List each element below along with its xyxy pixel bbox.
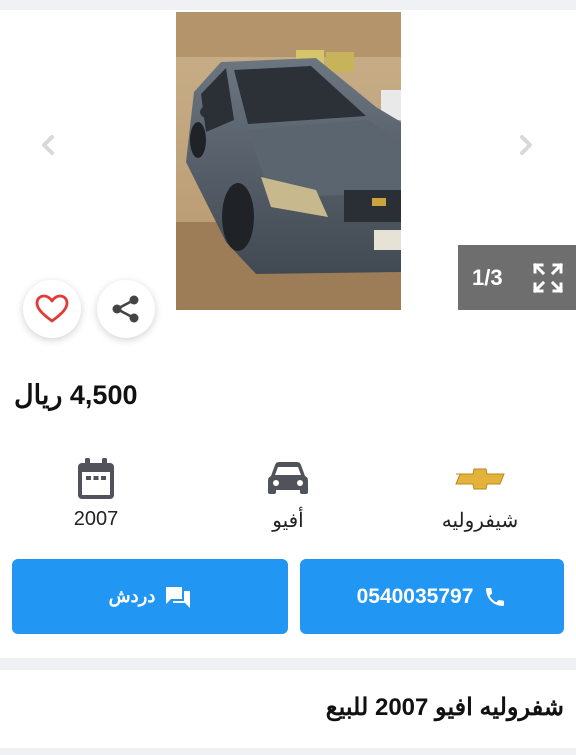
- chevron-right-icon: [520, 135, 532, 155]
- spec-year-value: 2007: [73, 508, 119, 530]
- chevron-left-icon: [42, 135, 54, 155]
- top-divider: [0, 0, 576, 10]
- call-button[interactable]: 0540035797: [300, 559, 564, 634]
- car-photo[interactable]: [176, 12, 401, 310]
- fullscreen-icon[interactable]: [532, 262, 564, 294]
- phone-icon: [486, 587, 505, 606]
- car-icon: [268, 462, 308, 494]
- next-photo-button[interactable]: [514, 132, 538, 158]
- chat-button-label: دردش: [108, 586, 156, 606]
- chat-button[interactable]: دردش: [12, 559, 288, 634]
- spec-model: أفيو: [218, 455, 358, 533]
- spec-year: 2007: [26, 455, 166, 531]
- heart-icon: [35, 294, 69, 323]
- share-icon: [112, 295, 139, 323]
- spec-make: شيفروليه: [410, 455, 550, 533]
- previous-photo-button[interactable]: [36, 132, 60, 158]
- listing-price: 4,500 ريال: [14, 380, 138, 410]
- share-button[interactable]: [97, 280, 155, 338]
- spec-model-value: أفيو: [272, 510, 304, 532]
- call-button-label: 0540035797: [356, 584, 474, 608]
- favorite-button[interactable]: [23, 280, 81, 338]
- listing-title: شفروليه افيو 2007 للبيع: [325, 694, 564, 721]
- bottom-divider: [0, 748, 576, 755]
- photo-counter-text: 1/3: [472, 264, 503, 290]
- car-photo-image: [176, 12, 401, 310]
- chat-icon: [166, 586, 191, 608]
- calendar-icon: [78, 458, 114, 499]
- photo-counter[interactable]: 1/3: [458, 245, 576, 310]
- section-divider: [0, 658, 576, 670]
- photo-gallery: 1/3: [0, 10, 576, 338]
- spec-make-value: شيفروليه: [441, 510, 519, 532]
- chevrolet-logo-icon: [455, 468, 505, 490]
